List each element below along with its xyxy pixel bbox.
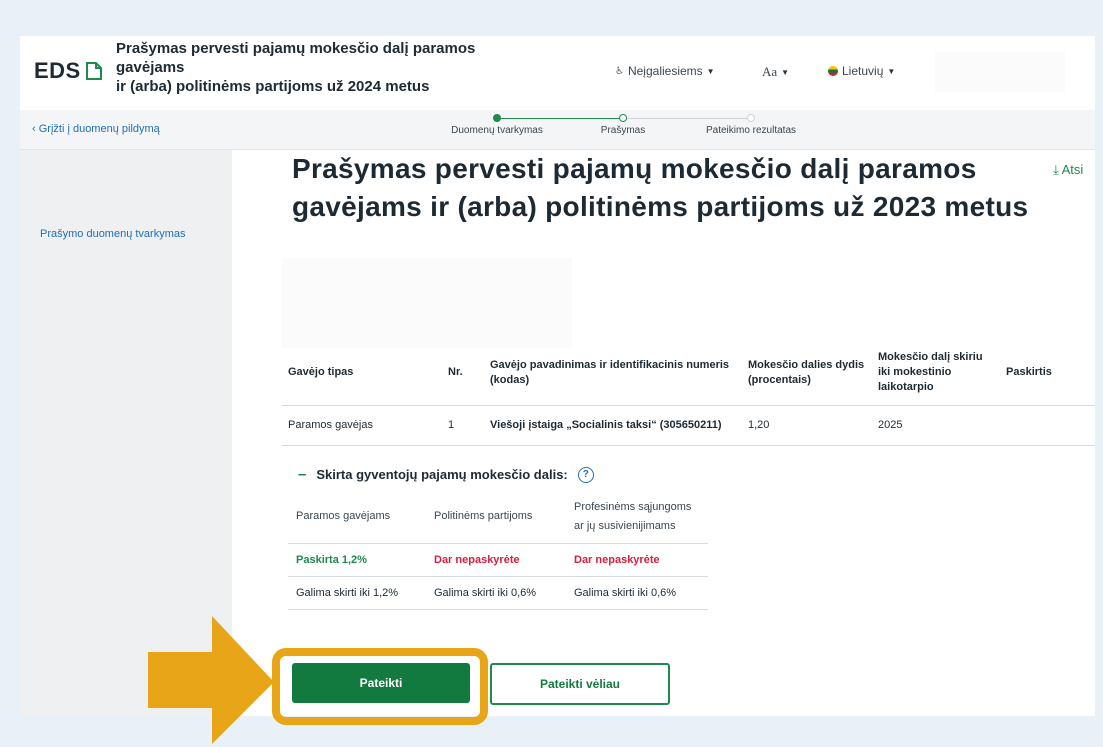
allocation-header: Paramos gavėjams	[288, 491, 426, 544]
allocation-limit: Galima skirti iki 1,2%	[288, 576, 426, 610]
chevron-left-icon: ‹	[32, 123, 39, 135]
font-size-label: Aa	[762, 64, 778, 79]
allocation-status-row: Paskirta 1,2% Dar nepaskyrėte Dar nepask…	[288, 543, 708, 577]
language-menu[interactable]: Lietuvių ▼	[828, 64, 895, 78]
allocation-status: Dar nepaskyrėte	[426, 543, 566, 577]
allocation-status: Paskirta 1,2%	[288, 543, 426, 577]
header-title-line: Prašymas pervesti pajamų mokesčio dalį p…	[116, 40, 476, 57]
stepper-line-done	[497, 118, 619, 119]
step-dot-done	[493, 114, 501, 122]
allocation-table: Paramos gavėjams Politinėms partijoms Pr…	[288, 491, 708, 610]
user-area	[935, 52, 1065, 92]
step-navbar: ‹ Grįžti į duomenų pildymą Duomenų tvark…	[20, 110, 1095, 150]
allocation-header: Profesinėms sąjungoms ar jų susivienijim…	[566, 491, 708, 544]
chevron-down-icon: ▼	[706, 66, 715, 76]
pointer-arrow-icon	[148, 616, 274, 744]
stepper-line-todo	[623, 118, 751, 119]
header-title-line: ir (arba) politinėms partijoms už 2024 m…	[116, 78, 430, 95]
document-icon	[85, 62, 102, 80]
allocation-limit-row: Galima skirti iki 1,2% Galima skirti iki…	[288, 576, 708, 610]
page-title: Prašymas pervesti pajamų mokesčio dalį p…	[292, 153, 1029, 222]
table-cell: Viešoji įstaiga „Socialinis taksi“ (3056…	[484, 405, 742, 446]
table-header-row: Gavėjo tipas Nr. Gavėjo pavadinimas ir i…	[282, 341, 1095, 406]
back-link[interactable]: ‹ Grįžti į duomenų pildymą	[32, 123, 160, 135]
back-link-label: Grįžti į duomenų pildymą	[38, 123, 160, 135]
table-cell: 2025	[872, 405, 1000, 446]
table-cell	[1000, 405, 1095, 446]
allocation-header: Politinėms partijoms	[426, 491, 566, 544]
column-header: Mokesčio dalį skiriu iki mokestinio laik…	[872, 341, 1000, 406]
allocation-limit: Galima skirti iki 0,6%	[566, 576, 708, 610]
accessibility-menu[interactable]: ♿ Neįgaliesiems ▼	[615, 64, 715, 78]
column-header: Mokesčio dalies dydis (procentais)	[742, 341, 872, 406]
allocation-limit: Galima skirti iki 0,6%	[426, 576, 566, 610]
step-label: Pateikimo rezultatas	[705, 125, 797, 136]
step-dot-current	[619, 114, 627, 122]
header-title-line: gavėjams	[116, 59, 185, 76]
highlight-frame	[272, 648, 488, 725]
accessibility-label: Neįgaliesiems	[627, 64, 703, 78]
lithuania-flag-icon	[828, 66, 838, 76]
table-cell: Paramos gavėjas	[282, 405, 442, 446]
column-header: Paskirtis	[1000, 341, 1095, 406]
table-cell: 1	[442, 405, 484, 446]
recipients-table: Gavėjo tipas Nr. Gavėjo pavadinimas ir i…	[282, 341, 1095, 446]
font-size-menu[interactable]: Aa ▼	[762, 64, 789, 80]
placeholder-area	[282, 258, 572, 348]
column-header: Nr.	[442, 341, 484, 406]
chevron-down-icon: ▼	[887, 66, 896, 76]
step-dot-next	[747, 114, 755, 122]
eds-logo[interactable]: EDS	[34, 58, 104, 84]
table-cell: 1,20	[742, 405, 872, 446]
download-icon: ⤓	[1053, 162, 1062, 177]
progress-stepper: Duomenų tvarkymas Prašymas Pateikimo rez…	[440, 110, 820, 150]
allocation-title: Skirta gyventojų pajamų mokesčio dalis:	[316, 467, 568, 482]
collapse-icon[interactable]: –	[298, 466, 306, 483]
allocation-header-row: Paramos gavėjams Politinėms partijoms Pr…	[288, 491, 708, 544]
column-header: Gavėjo pavadinimas ir identifikacinis nu…	[484, 341, 742, 406]
sidebar-item-data-management[interactable]: Prašymo duomenų tvarkymas	[40, 228, 186, 240]
header-title: Prašymas pervesti pajamų mokesčio dalį p…	[116, 39, 556, 96]
step-label[interactable]: Prašymas	[601, 125, 645, 136]
accessibility-icon: ♿	[615, 65, 624, 77]
logo-text: EDS	[34, 58, 81, 83]
step-label[interactable]: Duomenų tvarkymas	[451, 125, 543, 136]
table-row[interactable]: Paramos gavėjas 1 Viešoji įstaiga „Socia…	[282, 405, 1095, 446]
allocation-section-header[interactable]: – Skirta gyventojų pajamų mokesčio dalis…	[298, 466, 594, 483]
help-icon[interactable]: ?	[577, 466, 594, 483]
allocation-status: Dar nepaskyrėte	[566, 543, 708, 577]
language-label: Lietuvių	[842, 64, 884, 78]
download-link[interactable]: ⤓ Atsi	[1053, 162, 1083, 178]
column-header: Gavėjo tipas	[282, 341, 442, 406]
chevron-down-icon: ▼	[781, 67, 790, 77]
submit-later-button[interactable]: Pateikti vėliau	[490, 663, 670, 705]
download-label: Atsi	[1061, 162, 1084, 177]
